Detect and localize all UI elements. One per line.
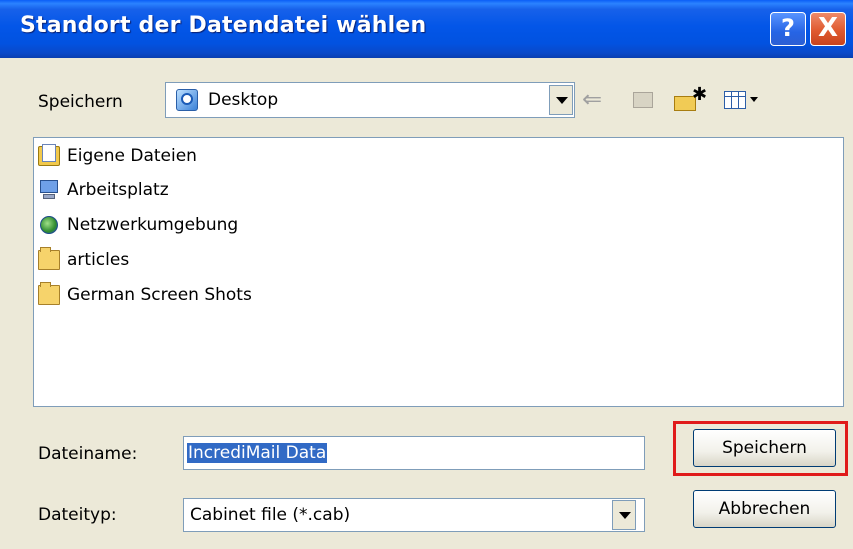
view-menu-button[interactable] — [722, 86, 768, 114]
location-label: Speichern — [38, 92, 123, 112]
help-icon: ? — [781, 14, 795, 42]
list-item-label: German Screen Shots — [67, 285, 252, 305]
folder-icon — [38, 247, 60, 270]
desktop-icon — [176, 89, 198, 111]
up-folder-icon — [633, 92, 653, 108]
help-button[interactable]: ? — [770, 12, 806, 46]
file-list[interactable]: Eigene Dateien Arbeitsplatz Netzwerkumge… — [33, 137, 844, 407]
chevron-down-icon — [750, 97, 758, 102]
filetype-dropdown-arrow[interactable] — [612, 500, 636, 530]
filename-value: IncrediMail Data — [187, 443, 328, 463]
folder-icon — [38, 282, 60, 305]
network-places-icon — [38, 215, 60, 235]
filetype-value: Cabinet file (*.cab) — [190, 505, 351, 525]
location-value: Desktop — [208, 90, 279, 110]
list-item-label: Netzwerkumgebung — [67, 215, 239, 235]
filename-field[interactable]: IncrediMail Data — [183, 436, 645, 470]
sparkle-icon: ✱ — [692, 84, 708, 105]
close-icon: X — [817, 13, 839, 43]
up-one-level-button[interactable] — [630, 86, 658, 114]
back-arrow-icon: ⇐ — [582, 85, 603, 113]
my-computer-icon — [38, 180, 60, 200]
list-item-label: Arbeitsplatz — [67, 180, 169, 200]
dialog-title: Standort der Datendatei wählen — [20, 13, 427, 38]
location-dropdown-arrow[interactable] — [549, 85, 573, 115]
filetype-label: Dateityp: — [38, 505, 117, 525]
filename-label: Dateiname: — [38, 444, 138, 464]
save-dialog: Standort der Datendatei wählen ? X Speic… — [0, 0, 853, 549]
list-item-label: Eigene Dateien — [67, 146, 197, 166]
back-button[interactable]: ⇐ — [582, 86, 612, 114]
title-bar[interactable]: Standort der Datendatei wählen ? X — [0, 0, 853, 58]
close-button[interactable]: X — [810, 12, 846, 46]
filetype-dropdown[interactable]: Cabinet file (*.cab) — [183, 498, 645, 532]
view-grid-icon — [724, 91, 746, 109]
new-folder-button[interactable]: ✱ — [672, 84, 710, 114]
list-item-label: articles — [67, 250, 130, 270]
cancel-button[interactable]: Abbrechen — [693, 490, 836, 528]
my-documents-icon — [38, 144, 60, 166]
location-dropdown[interactable]: Desktop — [165, 82, 575, 118]
highlight-annotation — [673, 421, 848, 476]
